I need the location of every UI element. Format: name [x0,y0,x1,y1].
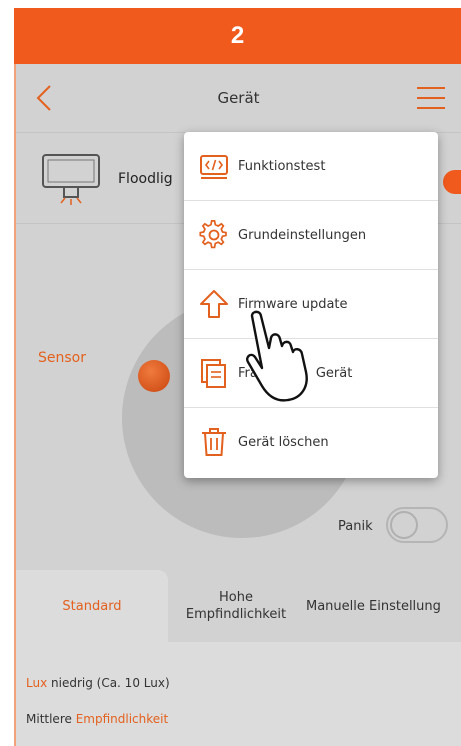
lux-info-text: niedrig (Ca. 10 Lux) [47,676,170,690]
menu-item-label: Funktionstest [238,158,326,174]
menu-item-label: Gerät löschen [238,435,329,450]
menu-item-basic-settings[interactable]: Grundeinstellungen [184,201,438,270]
back-chevron-icon[interactable] [32,82,62,114]
sensitivity-info: Mittlere Empfindlichkeit [26,712,168,726]
sensitivity-info-text: Mittlere [26,712,76,726]
sensor-dial-knob[interactable] [138,360,170,392]
app-bar: Gerät [16,64,461,132]
sensor-label: Sensor [38,350,86,366]
tab-standard-label: Standard [62,598,122,614]
tab-manual-settings[interactable]: Manuelle Einstellung [306,570,461,642]
device-status-dot [443,170,461,194]
sensitivity-info-highlight: Empfindlichkeit [75,712,169,726]
step-banner: 2 [14,8,461,64]
menu-item-label: Grundeinstellungen [238,227,367,243]
menu-item-delete-device[interactable]: Gerät löschen [184,408,438,477]
settings-gear-icon [199,219,227,249]
lux-info: Lux niedrig (Ca. 10 Lux) [26,676,170,690]
panik-label: Panik [338,519,373,534]
panik-toggle[interactable] [386,507,448,543]
trash-icon [202,428,226,456]
document-copy-icon [201,359,226,388]
function-test-icon [200,155,228,179]
page-title: Gerät [217,89,260,107]
floodlight-icon [42,154,100,205]
tab-high-sensitivity[interactable]: Hohe Empfindlichkeit [168,570,304,642]
lux-info-highlight: Lux [26,676,48,690]
upload-arrow-icon [200,290,228,318]
tab-manual-settings-label: Manuelle Einstellung [306,598,441,614]
hand-pointer-icon [246,310,308,402]
mode-info-panel: Lux niedrig (Ca. 10 Lux) Mittlere Empfin… [16,642,461,746]
device-menu-popup: Funktionstest Grundeinstellungen Firmwar… [184,132,438,478]
sensitivity-tabs: Standard Hohe Empfindlichkeit Manuelle E… [16,570,461,642]
hamburger-menu-icon[interactable] [415,84,447,112]
device-name: Floodlig [118,171,173,187]
tab-standard[interactable]: Standard [16,570,168,642]
step-number: 2 [230,22,245,49]
tab-high-sensitivity-label: Hohe Empfindlichkeit [185,590,287,622]
panik-toggle-knob [390,511,418,539]
menu-item-function-test[interactable]: Funktionstest [184,132,438,201]
